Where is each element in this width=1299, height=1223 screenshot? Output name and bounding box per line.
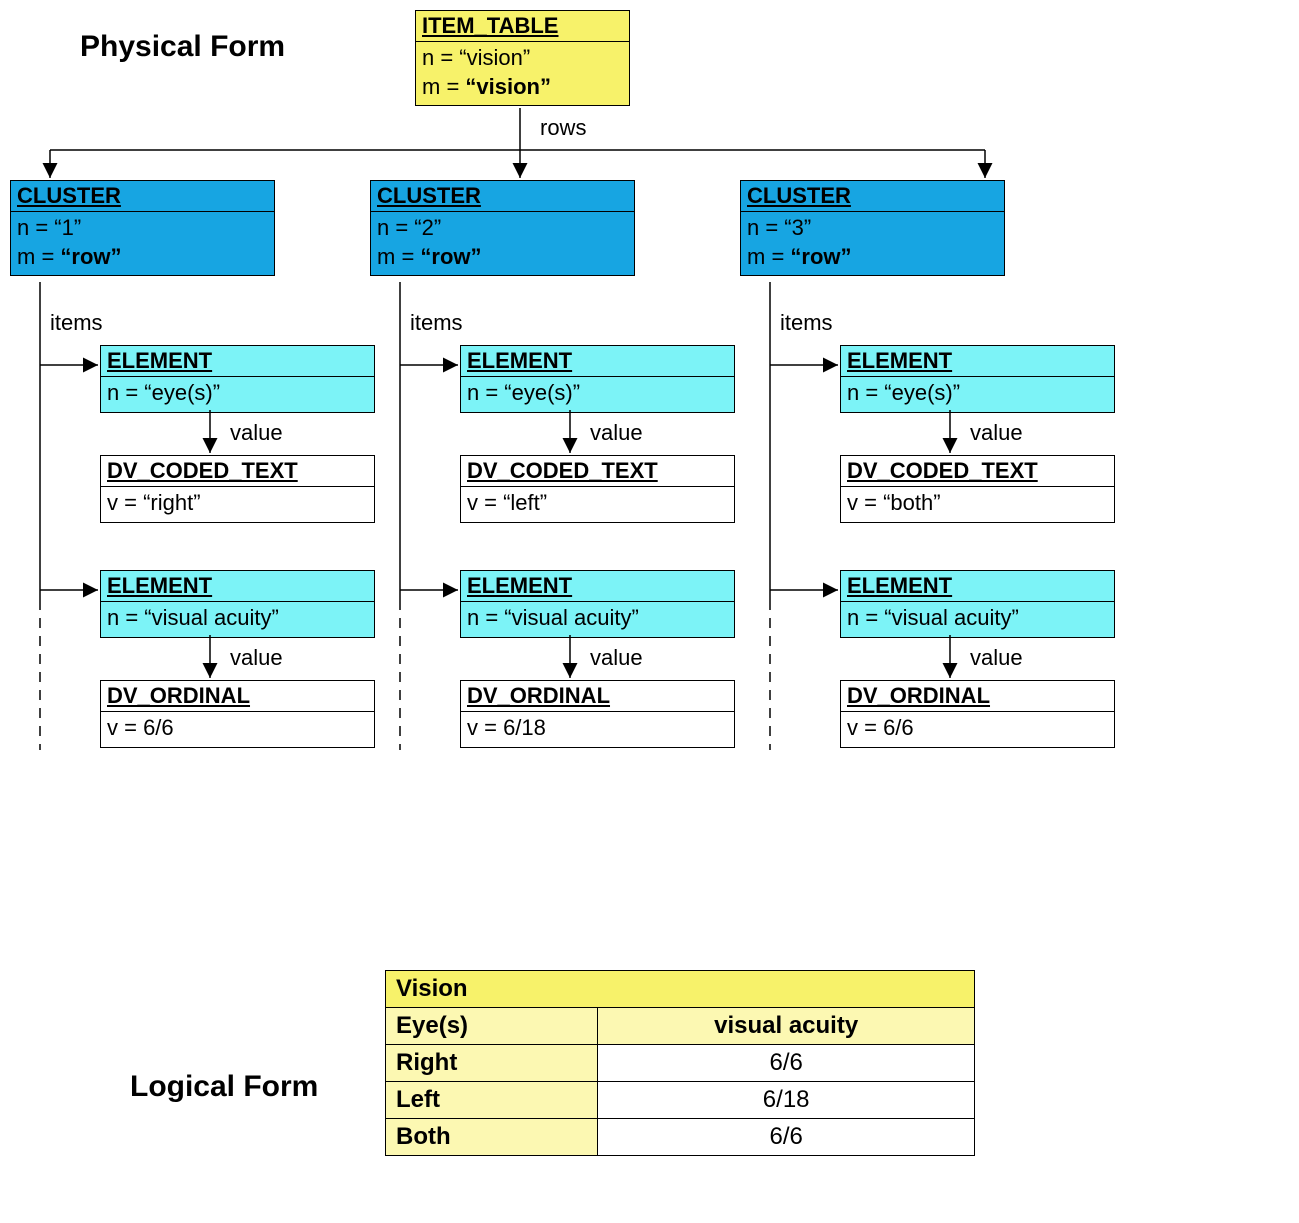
element-n: n = “eye(s)” — [461, 377, 734, 412]
dv-type: DV_CODED_TEXT — [841, 456, 1114, 487]
dv-box: DV_CODED_TEXT v = “right” — [100, 455, 375, 523]
cluster-type: CLUSTER — [371, 181, 634, 212]
dv-type: DV_CODED_TEXT — [461, 456, 734, 487]
element-type: ELEMENT — [101, 571, 374, 602]
item-table-n: n = “vision” — [422, 44, 623, 73]
dv-box: DV_CODED_TEXT v = “both” — [840, 455, 1115, 523]
logic-eye: Both — [386, 1119, 598, 1156]
dv-value: v = “left” — [461, 487, 734, 522]
rows-label: rows — [540, 115, 586, 141]
element-n: n = “visual acuity” — [101, 602, 374, 637]
dv-value: v = “both” — [841, 487, 1114, 522]
dv-box: DV_CODED_TEXT v = “left” — [460, 455, 735, 523]
cluster-type: CLUSTER — [11, 181, 274, 212]
table-row: Both 6/6 — [386, 1119, 975, 1156]
cluster-type: CLUSTER — [741, 181, 1004, 212]
dv-type: DV_ORDINAL — [841, 681, 1114, 712]
element-box: ELEMENT n = “visual acuity” — [100, 570, 375, 638]
value-label: value — [230, 645, 283, 671]
cluster-n: n = “3” — [747, 214, 998, 243]
element-type: ELEMENT — [841, 571, 1114, 602]
element-n: n = “eye(s)” — [101, 377, 374, 412]
element-type: ELEMENT — [461, 571, 734, 602]
cluster-n: n = “2” — [377, 214, 628, 243]
items-label: items — [410, 310, 463, 336]
logic-va: 6/18 — [598, 1082, 975, 1119]
logic-eye: Right — [386, 1045, 598, 1082]
logical-form-title: Logical Form — [130, 1070, 318, 1104]
cluster-m: m = “row” — [377, 243, 628, 272]
logic-eye: Left — [386, 1082, 598, 1119]
element-box: ELEMENT n = “visual acuity” — [460, 570, 735, 638]
table-row: Right 6/6 — [386, 1045, 975, 1082]
logic-va: 6/6 — [598, 1045, 975, 1082]
element-box: ELEMENT n = “eye(s)” — [460, 345, 735, 413]
item-table-box: ITEM_TABLE n = “vision” m = “vision” — [415, 10, 630, 106]
value-label: value — [230, 420, 283, 446]
element-type: ELEMENT — [461, 346, 734, 377]
cluster-box: CLUSTER n = “1” m = “row” — [10, 180, 275, 276]
items-label: items — [50, 310, 103, 336]
dv-type: DV_ORDINAL — [101, 681, 374, 712]
value-label: value — [970, 420, 1023, 446]
physical-form-title: Physical Form — [80, 30, 285, 64]
dv-type: DV_CODED_TEXT — [101, 456, 374, 487]
logic-va: 6/6 — [598, 1119, 975, 1156]
cluster-n: n = “1” — [17, 214, 268, 243]
dv-box: DV_ORDINAL v = 6/6 — [100, 680, 375, 748]
items-label: items — [780, 310, 833, 336]
dv-box: DV_ORDINAL v = 6/18 — [460, 680, 735, 748]
element-n: n = “visual acuity” — [841, 602, 1114, 637]
table-row: Left 6/18 — [386, 1082, 975, 1119]
value-label: value — [970, 645, 1023, 671]
element-type: ELEMENT — [101, 346, 374, 377]
cluster-box: CLUSTER n = “3” m = “row” — [740, 180, 1005, 276]
cluster-m: m = “row” — [17, 243, 268, 272]
dv-value: v = 6/18 — [461, 712, 734, 747]
element-box: ELEMENT n = “eye(s)” — [100, 345, 375, 413]
dv-value: v = 6/6 — [841, 712, 1114, 747]
element-type: ELEMENT — [841, 346, 1114, 377]
dv-type: DV_ORDINAL — [461, 681, 734, 712]
dv-box: DV_ORDINAL v = 6/6 — [840, 680, 1115, 748]
logic-col-va: visual acuity — [598, 1008, 975, 1045]
cluster-m: m = “row” — [747, 243, 998, 272]
value-label: value — [590, 420, 643, 446]
dv-value: v = “right” — [101, 487, 374, 522]
element-box: ELEMENT n = “visual acuity” — [840, 570, 1115, 638]
element-n: n = “eye(s)” — [841, 377, 1114, 412]
item-table-m: m = “vision” — [422, 73, 623, 102]
logic-title: Vision — [386, 971, 975, 1008]
element-n: n = “visual acuity” — [461, 602, 734, 637]
item-table-type: ITEM_TABLE — [416, 11, 629, 42]
dv-value: v = 6/6 — [101, 712, 374, 747]
cluster-box: CLUSTER n = “2” m = “row” — [370, 180, 635, 276]
value-label: value — [590, 645, 643, 671]
logical-form-table: Vision Eye(s) visual acuity Right 6/6 Le… — [385, 970, 975, 1156]
logic-col-eye: Eye(s) — [386, 1008, 598, 1045]
element-box: ELEMENT n = “eye(s)” — [840, 345, 1115, 413]
